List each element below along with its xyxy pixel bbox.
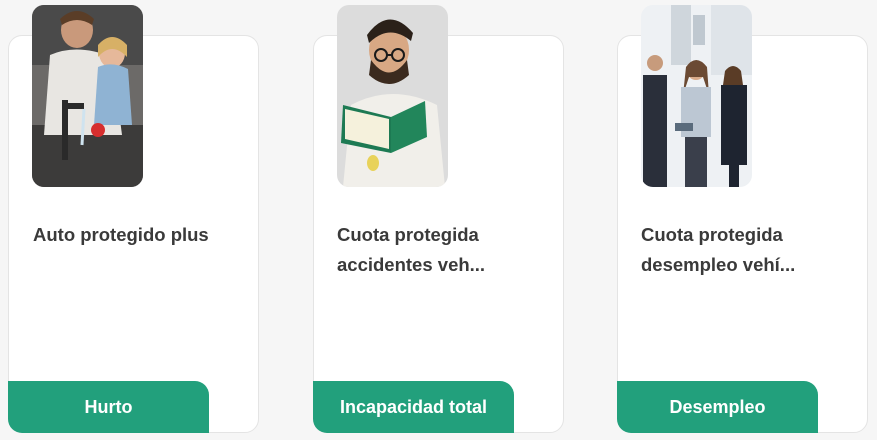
product-image-man-reading [337, 5, 448, 187]
coverage-tag-button[interactable]: Desempleo [617, 381, 818, 433]
product-image-business-team [641, 5, 752, 187]
product-title: Auto protegido plus [33, 224, 209, 245]
coverage-tag-button[interactable]: Incapacidad total [313, 381, 514, 433]
product-title: Cuota protegida accidentes veh... [337, 224, 486, 275]
product-image-father-daughter [32, 5, 143, 187]
product-title: Cuota protegida desempleo vehí... [641, 224, 796, 275]
coverage-tag-button[interactable]: Hurto [8, 381, 209, 433]
